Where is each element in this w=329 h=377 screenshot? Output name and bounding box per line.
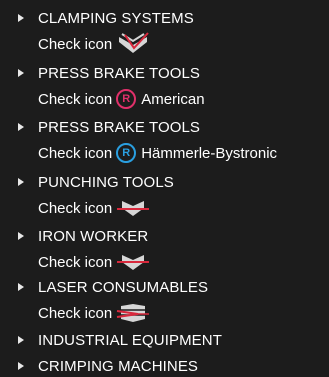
bullet-icon [0, 336, 38, 344]
iron-worker-icon [116, 250, 150, 274]
menu-item-industrial-equipment[interactable]: INDUSTRIAL EQUIPMENT [0, 329, 222, 351]
menu-item-label: CRIMPING MACHINES [38, 357, 199, 375]
menu-item-clamping-systems[interactable]: CLAMPING SYSTEMS [0, 7, 194, 29]
bullet-icon [0, 362, 38, 370]
submenu-item-clamping[interactable]: Check icon [38, 31, 150, 57]
submenu-item-american[interactable]: Check icon R American [38, 88, 205, 110]
bullet-icon [0, 69, 38, 77]
submenu-item-punching[interactable]: Check icon [38, 197, 150, 219]
submenu-item-laser[interactable]: Check icon [38, 302, 150, 324]
check-icon-label: Check icon [38, 90, 113, 108]
check-icon-label: Check icon [38, 253, 113, 271]
category-menu: CLAMPING SYSTEMS Check icon PRESS BRAKE … [0, 0, 329, 376]
menu-item-label: INDUSTRIAL EQUIPMENT [38, 331, 222, 349]
punch-tool-icon [116, 196, 150, 220]
laser-nozzle-icon [116, 301, 150, 325]
menu-item-press-brake-tools-hammerle[interactable]: PRESS BRAKE TOOLS [0, 116, 200, 138]
check-icon-label: Check icon [38, 144, 113, 162]
bullet-icon [0, 232, 38, 240]
check-icon-label: Check icon [38, 304, 113, 322]
submenu-item-hammerle-bystronic[interactable]: Check icon R Hämmerle-Bystronic [38, 142, 277, 164]
menu-item-crimping-machines[interactable]: CRIMPING MACHINES [0, 355, 198, 377]
clamp-tool-icon [116, 31, 150, 57]
bullet-icon [0, 283, 38, 291]
submenu-item-iron-worker[interactable]: Check icon [38, 251, 150, 273]
bullet-icon [0, 123, 38, 131]
bullet-icon [0, 178, 38, 186]
menu-item-iron-worker[interactable]: IRON WORKER [0, 225, 148, 247]
menu-item-label: PRESS BRAKE TOOLS [38, 118, 201, 136]
menu-item-label: CLAMPING SYSTEMS [38, 9, 194, 27]
menu-item-press-brake-tools-american[interactable]: PRESS BRAKE TOOLS [0, 62, 200, 84]
registered-badge-icon: R [116, 143, 137, 163]
bullet-icon [0, 14, 38, 22]
menu-item-laser-consumables[interactable]: LASER CONSUMABLES [0, 276, 208, 298]
check-icon-label: Check icon [38, 199, 113, 217]
menu-item-label: IRON WORKER [38, 227, 149, 245]
check-icon-label: Check icon [38, 35, 113, 53]
brand-label: Hämmerle-Bystronic [141, 144, 278, 162]
menu-item-label: LASER CONSUMABLES [38, 278, 209, 296]
registered-badge-icon: R [116, 89, 137, 109]
menu-item-punching-tools[interactable]: PUNCHING TOOLS [0, 171, 174, 193]
brand-label: American [141, 90, 205, 108]
menu-item-label: PUNCHING TOOLS [38, 173, 174, 191]
menu-item-label: PRESS BRAKE TOOLS [38, 64, 201, 82]
